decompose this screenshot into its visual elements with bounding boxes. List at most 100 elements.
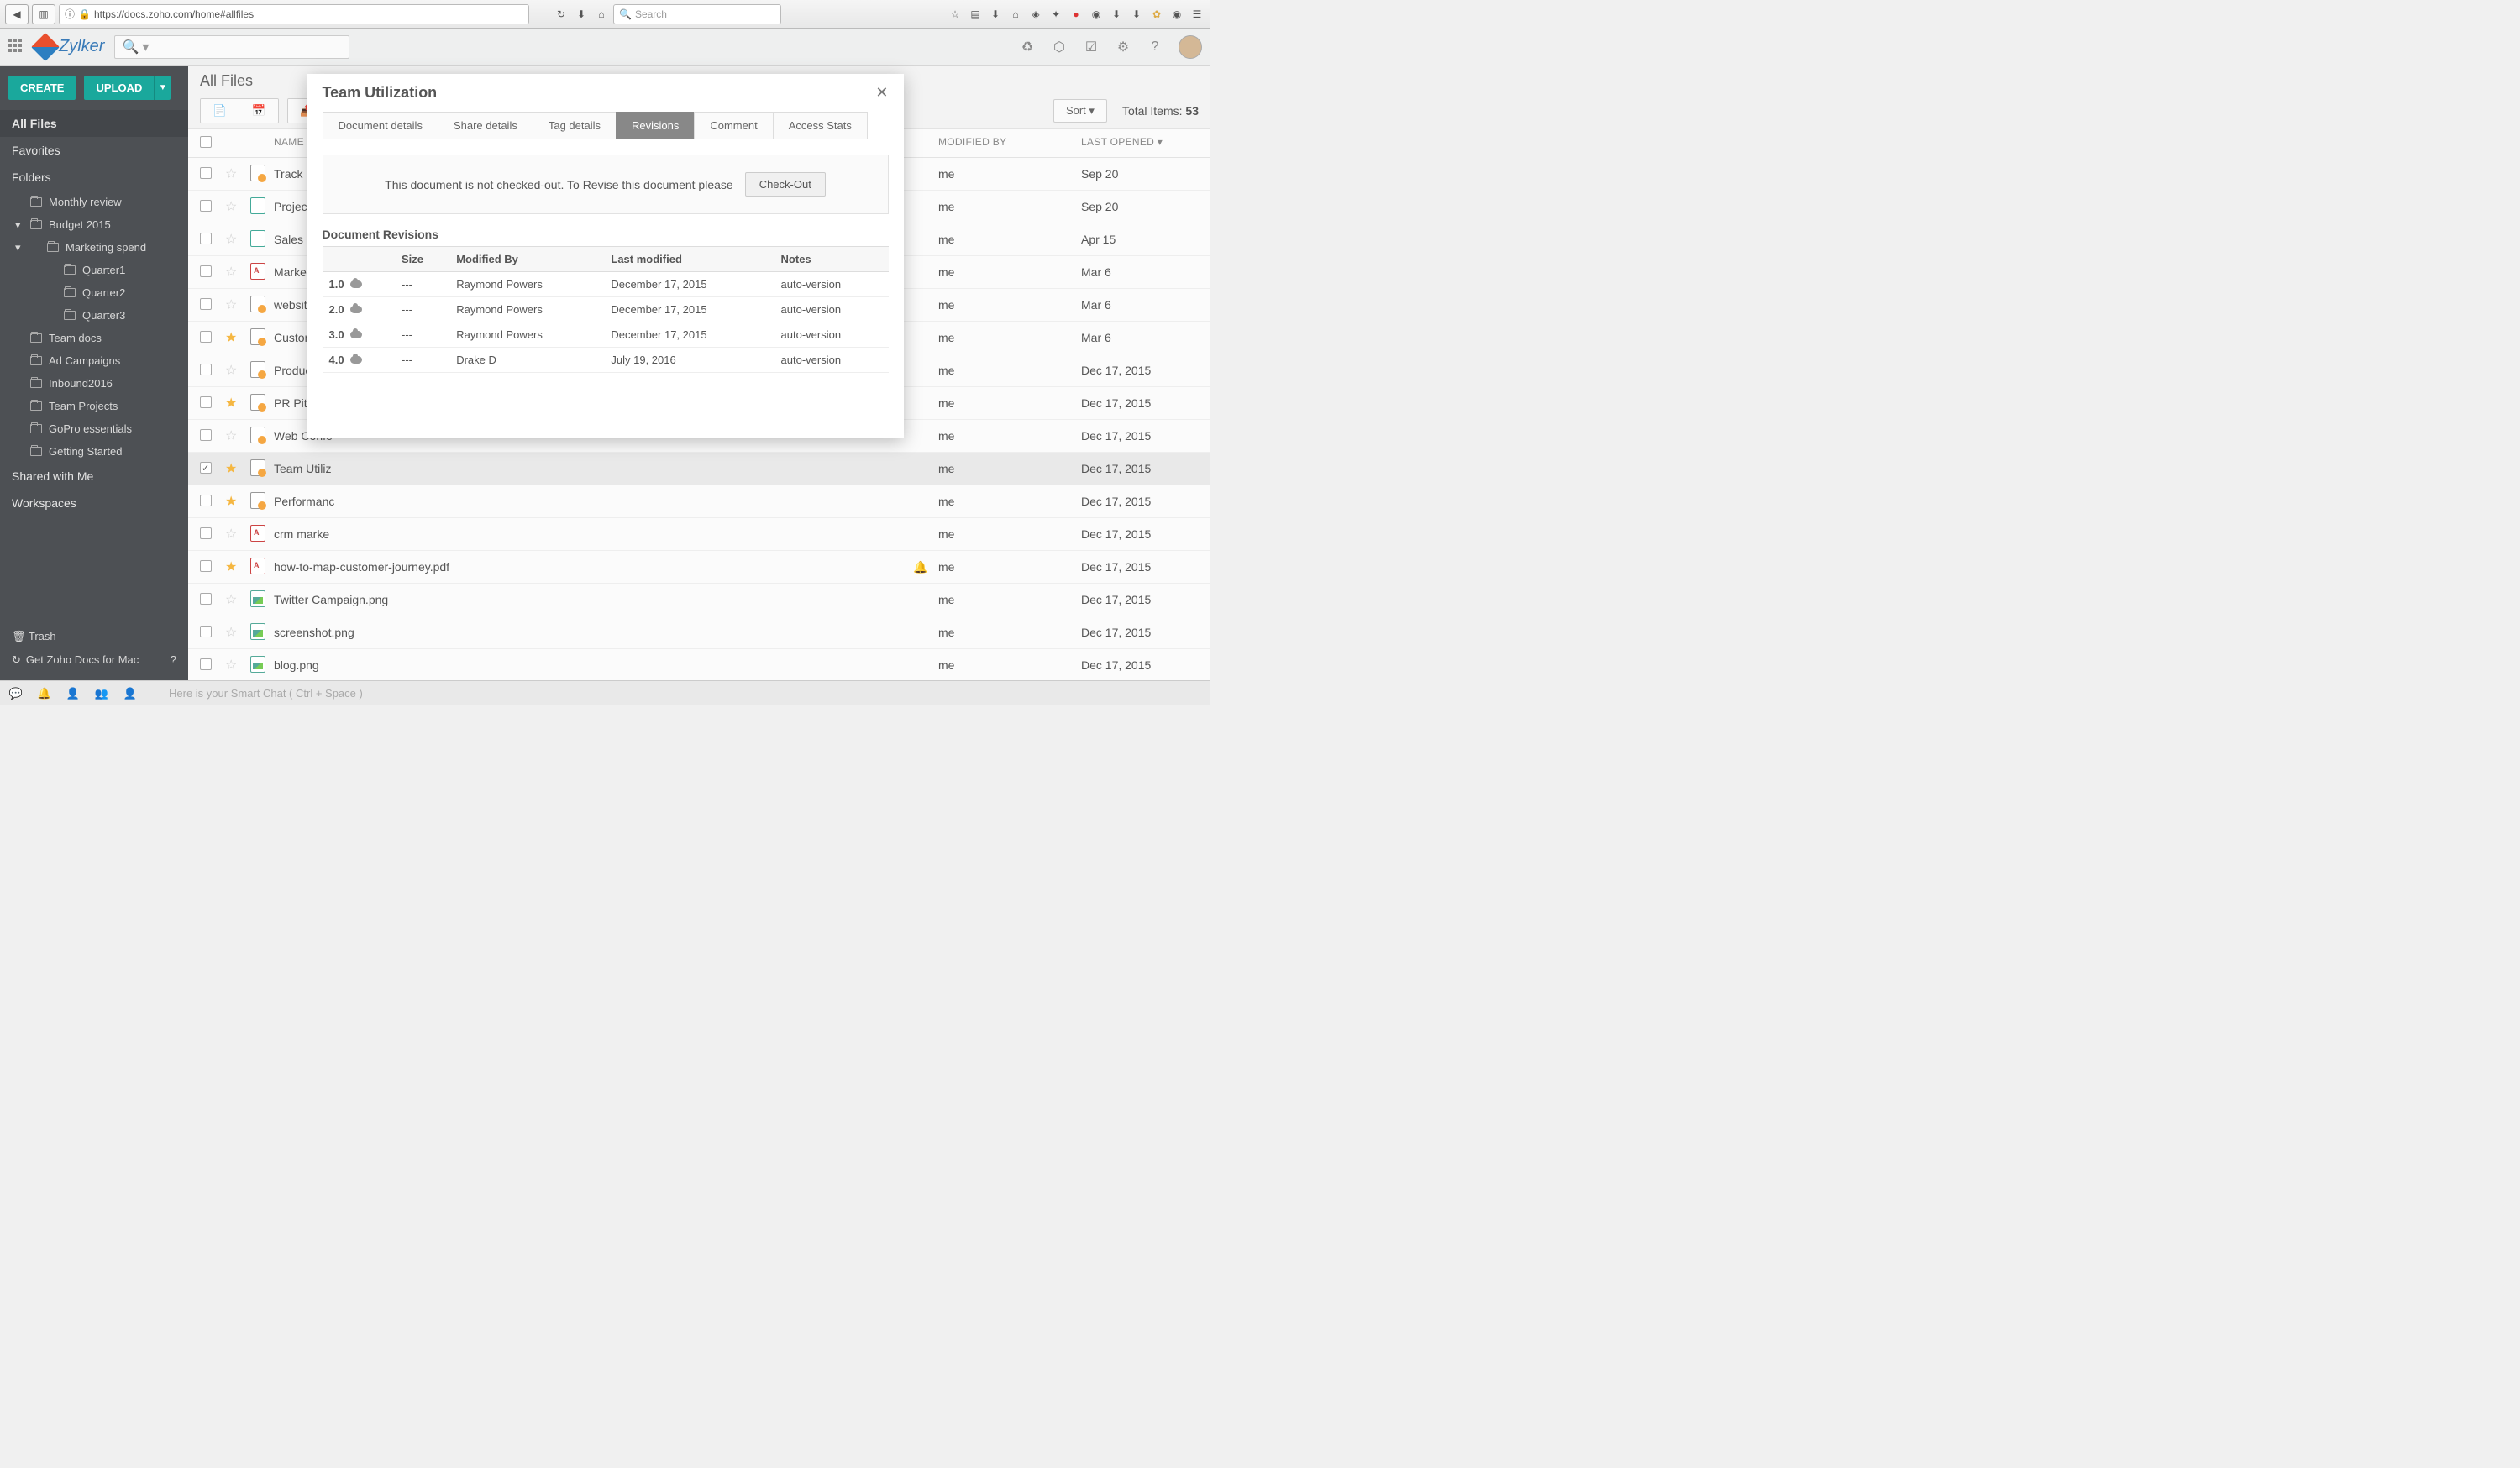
sidebar-folder-item[interactable]: ▾Budget 2015 bbox=[0, 213, 188, 236]
upload-button[interactable]: UPLOAD bbox=[84, 76, 154, 100]
pocket-icon[interactable]: ◈ bbox=[1027, 6, 1044, 23]
sidebar-toggle[interactable]: ▥ bbox=[32, 4, 55, 24]
ext1-icon[interactable]: ✦ bbox=[1047, 6, 1064, 23]
bell-icon[interactable]: 🔔 bbox=[37, 686, 52, 701]
star-icon[interactable]: ☆ bbox=[225, 526, 250, 543]
sidebar-get-app[interactable]: ↻ Get Zoho Docs for Mac ? bbox=[12, 648, 176, 672]
modal-tab[interactable]: Access Stats bbox=[773, 112, 868, 139]
star-icon[interactable]: ★ bbox=[225, 558, 250, 575]
modal-tab[interactable]: Share details bbox=[438, 112, 533, 139]
row-checkbox[interactable] bbox=[200, 462, 212, 474]
tb-new-icon[interactable]: 📄 bbox=[201, 99, 239, 123]
sidebar-folder-item[interactable]: ▾Marketing spend bbox=[0, 236, 188, 259]
sidebar-folder-item[interactable]: Inbound2016 bbox=[0, 372, 188, 395]
row-checkbox[interactable] bbox=[200, 364, 212, 375]
library-icon[interactable]: ▤ bbox=[967, 6, 984, 23]
modal-tab[interactable]: Tag details bbox=[533, 112, 617, 139]
reload-icon[interactable]: ↻ bbox=[553, 6, 570, 23]
ext2-icon[interactable]: ◉ bbox=[1088, 6, 1105, 23]
sidebar-folder-item[interactable]: Quarter3 bbox=[0, 304, 188, 327]
row-checkbox[interactable] bbox=[200, 626, 212, 637]
sidebar-folder-item[interactable]: Quarter2 bbox=[0, 281, 188, 304]
row-checkbox[interactable] bbox=[200, 658, 212, 670]
contacts-icon[interactable]: 👤 bbox=[66, 686, 81, 701]
sidebar-folder-item[interactable]: Getting Started bbox=[0, 440, 188, 463]
row-checkbox[interactable] bbox=[200, 331, 212, 343]
star-icon[interactable]: ★ bbox=[225, 493, 250, 510]
sidebar-all-files[interactable]: All Files bbox=[0, 110, 188, 137]
row-checkbox[interactable] bbox=[200, 495, 212, 506]
star-icon[interactable]: ★ bbox=[225, 329, 250, 346]
help-icon[interactable]: ? bbox=[1147, 39, 1163, 55]
smart-chat-input[interactable]: Here is your Smart Chat ( Ctrl + Space ) bbox=[160, 687, 1202, 700]
tb-calendar-icon[interactable]: 📅 bbox=[239, 99, 278, 123]
star-icon[interactable]: ★ bbox=[225, 460, 250, 477]
sort-button[interactable]: Sort ▾ bbox=[1053, 99, 1107, 123]
star-icon[interactable]: ☆ bbox=[225, 198, 250, 215]
file-row[interactable]: ☆screenshot.pngmeDec 17, 2015 bbox=[188, 616, 1210, 649]
file-row[interactable]: ☆blog.pngmeDec 17, 2015 bbox=[188, 649, 1210, 680]
user-avatar[interactable] bbox=[1179, 35, 1202, 59]
star-icon[interactable]: ★ bbox=[225, 395, 250, 412]
row-checkbox[interactable] bbox=[200, 560, 212, 572]
url-bar[interactable]: ⓘ 🔒 https://docs.zoho.com/home#allfiles bbox=[59, 4, 529, 24]
apps-launcher-icon[interactable] bbox=[8, 39, 25, 55]
sidebar-folders[interactable]: Folders bbox=[0, 164, 188, 191]
home2-icon[interactable]: ⌂ bbox=[1007, 6, 1024, 23]
col-modified-by[interactable]: MODIFIED BY bbox=[938, 136, 1081, 150]
modal-tab[interactable]: Comment bbox=[694, 112, 773, 139]
sidebar-folder-item[interactable]: GoPro essentials bbox=[0, 417, 188, 440]
ext4-icon[interactable]: ⬇ bbox=[1128, 6, 1145, 23]
row-checkbox[interactable] bbox=[200, 167, 212, 179]
sidebar-workspaces[interactable]: Workspaces bbox=[0, 490, 188, 516]
home-icon[interactable]: ⌂ bbox=[593, 6, 610, 23]
revision-row[interactable]: 1.0 ---Raymond PowersDecember 17, 2015au… bbox=[323, 272, 889, 297]
menu-icon[interactable]: ☰ bbox=[1189, 6, 1205, 23]
star-icon[interactable]: ☆ bbox=[947, 6, 963, 23]
star-icon[interactable]: ☆ bbox=[225, 591, 250, 608]
sidebar-folder-item[interactable]: Team Projects bbox=[0, 395, 188, 417]
revision-row[interactable]: 4.0 ---Drake DJuly 19, 2016auto-version bbox=[323, 348, 889, 373]
sidebar-favorites[interactable]: Favorites bbox=[0, 137, 188, 164]
upload-caret[interactable]: ▼ bbox=[154, 76, 171, 100]
row-checkbox[interactable] bbox=[200, 527, 212, 539]
star-icon[interactable]: ☆ bbox=[225, 657, 250, 674]
file-row[interactable]: ☆Twitter Campaign.pngmeDec 17, 2015 bbox=[188, 584, 1210, 616]
sidebar-folder-item[interactable]: Monthly review bbox=[0, 191, 188, 213]
browser-search[interactable]: 🔍 Search bbox=[613, 4, 781, 24]
star-icon[interactable]: ☆ bbox=[225, 165, 250, 182]
chat-icon[interactable]: 💬 bbox=[8, 686, 24, 701]
create-button[interactable]: CREATE bbox=[8, 76, 76, 100]
revision-row[interactable]: 3.0 ---Raymond PowersDecember 17, 2015au… bbox=[323, 322, 889, 348]
sidebar-folder-item[interactable]: Ad Campaigns bbox=[0, 349, 188, 372]
select-all-checkbox[interactable] bbox=[200, 136, 212, 148]
star-icon[interactable]: ☆ bbox=[225, 362, 250, 379]
file-row[interactable]: ★how-to-map-customer-journey.pdf🔔meDec 1… bbox=[188, 551, 1210, 584]
downloads-icon[interactable]: ⬇ bbox=[987, 6, 1004, 23]
revision-row[interactable]: 2.0 ---Raymond PowersDecember 17, 2015au… bbox=[323, 297, 889, 322]
download-icon[interactable]: ⬇ bbox=[573, 6, 590, 23]
close-icon[interactable]: ✕ bbox=[875, 84, 888, 102]
person-icon[interactable]: 👤 bbox=[123, 686, 138, 701]
star-icon[interactable]: ☆ bbox=[225, 624, 250, 641]
star-icon[interactable]: ☆ bbox=[225, 427, 250, 444]
modal-tab[interactable]: Revisions bbox=[616, 112, 695, 139]
star-icon[interactable]: ☆ bbox=[225, 264, 250, 280]
file-row[interactable]: ☆crm markemeDec 17, 2015 bbox=[188, 518, 1210, 551]
col-last-opened[interactable]: LAST OPENED ▾ bbox=[1081, 136, 1199, 150]
star-icon[interactable]: ☆ bbox=[225, 296, 250, 313]
ext3-icon[interactable]: ⬇ bbox=[1108, 6, 1125, 23]
ext5-icon[interactable]: ✿ bbox=[1148, 6, 1165, 23]
sync-icon[interactable]: ♻ bbox=[1019, 39, 1036, 55]
star-icon[interactable]: ☆ bbox=[225, 231, 250, 248]
row-checkbox[interactable] bbox=[200, 265, 212, 277]
modal-tab[interactable]: Document details bbox=[323, 112, 438, 139]
row-checkbox[interactable] bbox=[200, 200, 212, 212]
row-checkbox[interactable] bbox=[200, 593, 212, 605]
row-checkbox[interactable] bbox=[200, 429, 212, 441]
file-row[interactable]: ★PerformancmeDec 17, 2015 bbox=[188, 485, 1210, 518]
sidebar-folder-item[interactable]: Quarter1 bbox=[0, 259, 188, 281]
sidebar-trash[interactable]: 🗑 Trash bbox=[12, 625, 176, 648]
back-button[interactable]: ◀ bbox=[5, 4, 29, 24]
app-search[interactable]: 🔍 ▾ bbox=[114, 35, 349, 59]
